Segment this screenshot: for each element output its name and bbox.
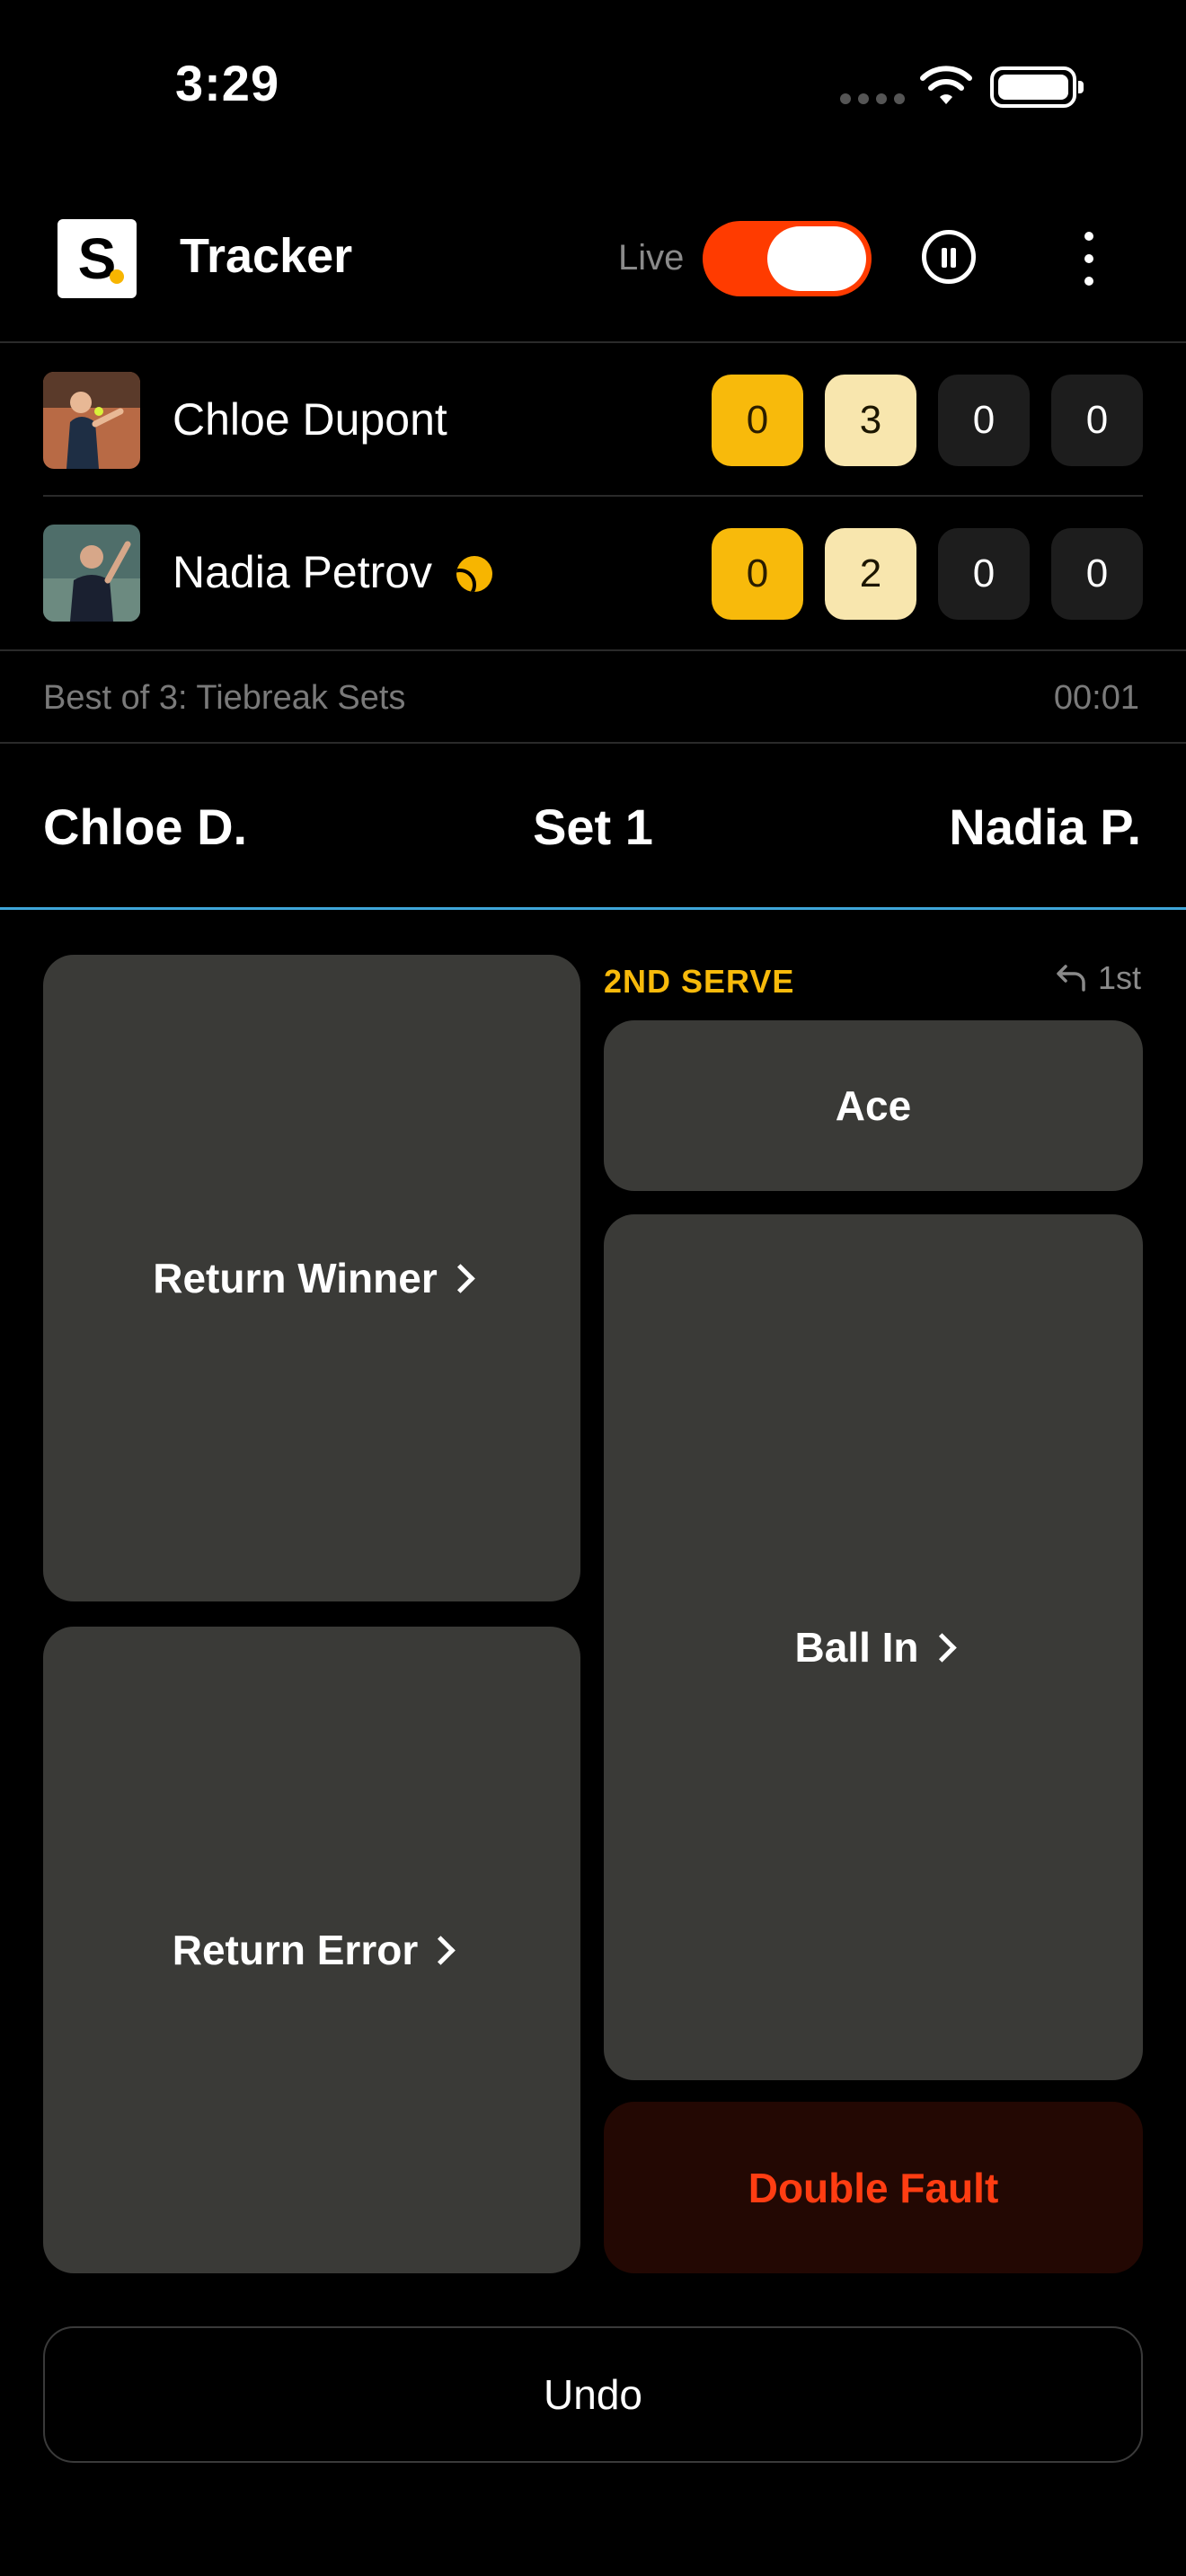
match-timer: 00:01	[1053, 679, 1139, 717]
back-label: 1st	[1097, 959, 1141, 996]
serve-label: 2ND SERVE	[604, 963, 795, 1000]
undo-button[interactable]: Undo	[43, 2326, 1143, 2463]
match-format: Best of 3: Tiebreak Sets	[43, 679, 406, 717]
live-toggle[interactable]	[703, 221, 872, 296]
return-error-label: Return Error	[172, 1927, 419, 1973]
double-fault-label: Double Fault	[748, 2164, 999, 2211]
info-divider	[0, 742, 1186, 744]
app-logo: S	[58, 219, 137, 298]
player-avatar-nadia	[43, 525, 140, 622]
score-cell: 0	[938, 375, 1030, 466]
cellular-signal-icon	[840, 93, 905, 104]
ace-button[interactable]: Ace	[604, 1020, 1143, 1191]
player-name: Nadia Petrov	[173, 547, 433, 597]
chevron-right-icon	[426, 1935, 456, 1965]
header-divider	[0, 341, 1186, 343]
more-options-icon[interactable]	[1078, 232, 1100, 286]
row-divider	[43, 495, 1143, 497]
back-to-first-serve[interactable]: 1st	[1055, 959, 1141, 997]
player-avatar-chloe	[43, 372, 140, 469]
score-cell: 0	[712, 375, 803, 466]
app-title: Tracker	[180, 229, 353, 283]
ball-in-label: Ball In	[794, 1624, 919, 1671]
chevron-right-icon	[926, 1632, 957, 1663]
score-cell: 0	[712, 528, 803, 620]
score-cell: 0	[1051, 375, 1143, 466]
pause-button[interactable]	[922, 230, 976, 284]
chevron-right-icon	[445, 1263, 475, 1293]
toggle-knob	[767, 226, 866, 291]
score-cell: 2	[825, 528, 916, 620]
double-fault-button[interactable]: Double Fault	[604, 2102, 1143, 2273]
back-arrow-icon	[1057, 965, 1085, 992]
return-winner-button[interactable]: Return Winner	[43, 955, 580, 1601]
undo-label: Undo	[544, 2371, 642, 2418]
left-player-short: Chloe D.	[43, 798, 248, 855]
live-label: Live	[618, 238, 685, 278]
status-time: 3:29	[175, 55, 280, 111]
battery-icon	[990, 66, 1084, 108]
set-divider	[0, 907, 1186, 910]
wifi-icon	[920, 66, 972, 104]
scoreboard-divider	[0, 649, 1186, 651]
return-error-button[interactable]: Return Error	[43, 1627, 580, 2273]
player-name: Chloe Dupont	[173, 394, 447, 445]
ace-label: Ace	[835, 1082, 912, 1129]
ball-in-button[interactable]: Ball In	[604, 1214, 1143, 2080]
return-winner-label: Return Winner	[153, 1255, 438, 1301]
score-cell: 0	[1051, 528, 1143, 620]
right-player-short: Nadia P.	[949, 798, 1141, 855]
score-cell: 0	[938, 528, 1030, 620]
score-cell: 3	[825, 375, 916, 466]
serving-ball-icon	[456, 556, 492, 592]
